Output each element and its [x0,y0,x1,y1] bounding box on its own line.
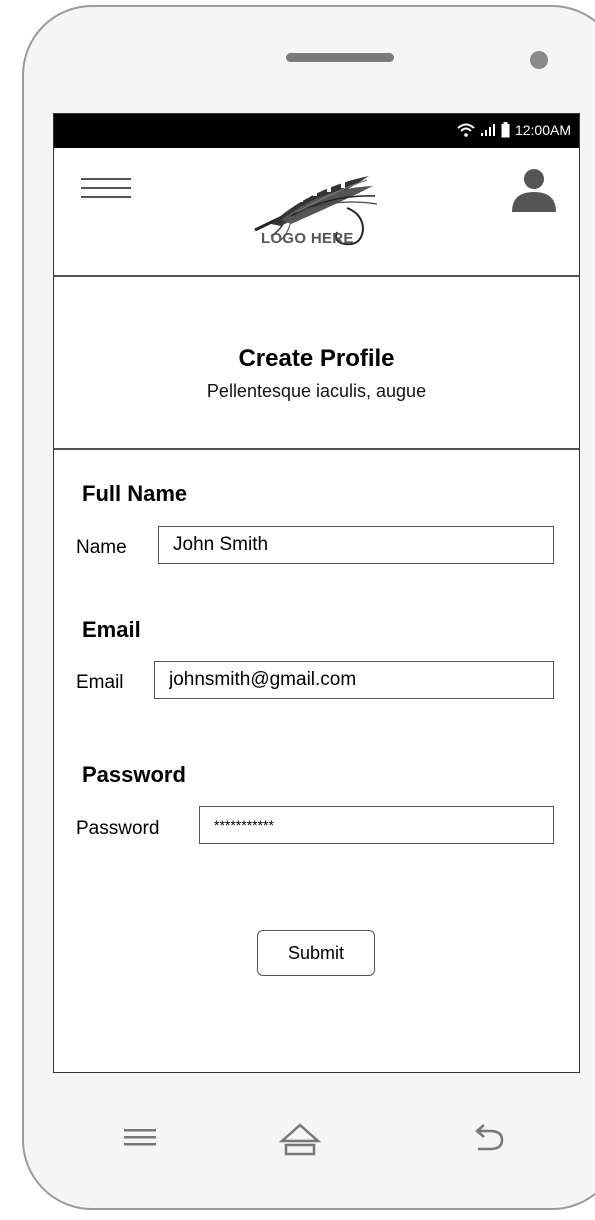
signal-icon [480,124,495,136]
name-input[interactable] [158,526,554,564]
email-input[interactable] [154,661,554,699]
email-label: Email [76,672,124,693]
password-section-title: Password [82,762,186,787]
app-bar: LOGO HERE [54,148,579,277]
back-icon[interactable] [466,1115,514,1163]
password-label: Password [76,818,160,839]
name-label: Name [76,537,127,558]
menu-icon[interactable] [117,1115,165,1163]
status-time: 12:00AM [514,122,571,138]
page-subtitle: Pellentesque iaculis, augue [206,381,427,401]
full-name-section-title: Full Name [82,481,188,506]
app-screen: 12:00AM LOGO HERE Create Profile Pellent… [53,113,580,1073]
page-header: Create Profile Pellentesque iaculis, aug… [54,275,579,450]
email-section-title: Email [82,617,141,642]
user-profile-icon[interactable] [509,166,559,216]
wifi-icon [457,123,475,137]
home-icon[interactable] [276,1115,324,1163]
status-indicators: 12:00AM [457,122,571,138]
page-title: Create Profile [238,345,395,372]
hamburger-menu-icon[interactable] [81,178,131,202]
status-bar: 12:00AM [54,114,579,148]
submit-button[interactable]: Submit [257,930,375,976]
speaker-grille [286,53,394,62]
password-input[interactable] [199,806,554,844]
device-nav-bar [0,1115,595,1165]
battery-icon [501,122,510,138]
logo: LOGO HERE [251,168,381,252]
camera-icon [530,51,548,69]
logo-text: LOGO HERE [261,230,354,247]
